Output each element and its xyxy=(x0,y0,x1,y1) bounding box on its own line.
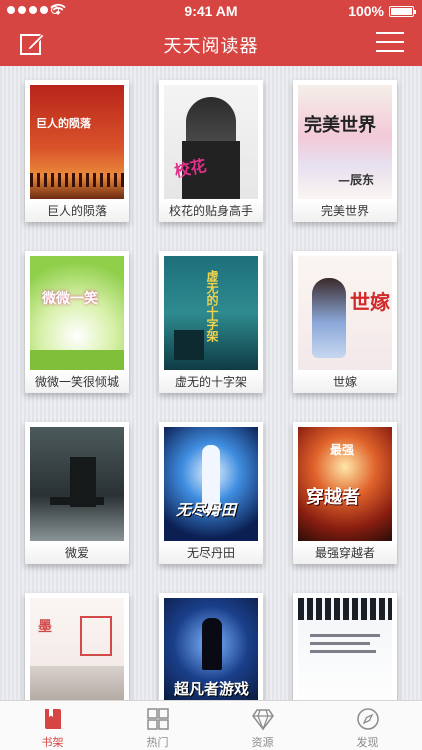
book-title: 无尽丹田 xyxy=(159,542,263,564)
nav-bar: 天天阅读器 xyxy=(0,22,422,66)
grid-icon xyxy=(147,708,169,730)
tab-label: 热门 xyxy=(146,737,169,749)
book-title: 校花的贴身高手 xyxy=(159,200,263,222)
book-cover: 世嫁 xyxy=(298,256,392,370)
tab-discover[interactable]: 发现 xyxy=(315,701,420,750)
book-card[interactable]: 虚无的十字架 虚无的十字架 xyxy=(159,251,263,393)
book-cover: 最强 穿越者 xyxy=(298,427,392,541)
tab-label: 资源 xyxy=(251,737,274,749)
tab-resources[interactable]: 资源 xyxy=(210,701,315,750)
tab-bar: 书架 热门 资源 发现 xyxy=(0,700,422,750)
menu-icon[interactable] xyxy=(376,32,404,56)
page-title: 天天阅读器 xyxy=(163,36,259,56)
compass-icon xyxy=(357,708,379,730)
book-cover: 巨人的陨落 xyxy=(30,85,124,199)
top-bar: 9:41 AM 100% 天天阅读器 xyxy=(0,0,422,66)
book-cover: 校花 xyxy=(164,85,258,199)
book-title: 世嫁 xyxy=(293,371,397,393)
book-card[interactable]: 校花 校花的贴身高手 xyxy=(159,80,263,222)
book-card[interactable]: 无尽丹田 无尽丹田 xyxy=(159,422,263,564)
book-title: 微微一笑很倾城 xyxy=(25,371,129,393)
book-card[interactable]: 微爱 xyxy=(25,422,129,564)
tab-label: 发现 xyxy=(356,737,379,749)
book-title: 虚无的十字架 xyxy=(159,371,263,393)
book-cover: 墨 xyxy=(30,598,124,700)
tab-bookshelf[interactable]: 书架 xyxy=(0,701,105,750)
book-card[interactable]: 超凡者游戏 xyxy=(159,593,263,700)
status-bar: 9:41 AM 100% xyxy=(0,0,422,22)
book-title: 最强穿越者 xyxy=(293,542,397,564)
battery-icon xyxy=(389,6,416,17)
book-card[interactable]: 微微一笑 微微一笑很倾城 xyxy=(25,251,129,393)
bookshelf: 巨人的陨落 巨人的陨落 校花 校花的贴身高手 完美世界 —辰东 完美世界 微微一… xyxy=(0,66,422,700)
book-card[interactable]: 完美世界 —辰东 完美世界 xyxy=(293,80,397,222)
book-cover xyxy=(30,427,124,541)
book-card[interactable]: 最强 穿越者 最强穿越者 xyxy=(293,422,397,564)
battery-percent: 100% xyxy=(348,3,384,19)
book-title: 完美世界 xyxy=(293,200,397,222)
book-card[interactable]: 世嫁 世嫁 xyxy=(293,251,397,393)
book-card[interactable] xyxy=(293,593,397,700)
book-icon xyxy=(45,709,61,729)
book-cover: 无尽丹田 xyxy=(164,427,258,541)
book-title: 巨人的陨落 xyxy=(25,200,129,222)
book-cover: 超凡者游戏 xyxy=(164,598,258,700)
book-card[interactable]: 墨 xyxy=(25,593,129,700)
book-card[interactable]: 巨人的陨落 巨人的陨落 xyxy=(25,80,129,222)
book-cover xyxy=(298,598,392,700)
diamond-icon xyxy=(252,709,274,731)
tab-label: 书架 xyxy=(41,737,64,749)
tab-hot[interactable]: 热门 xyxy=(105,701,210,750)
book-cover: 微微一笑 xyxy=(30,256,124,370)
book-title: 微爱 xyxy=(25,542,129,564)
book-cover: 完美世界 —辰东 xyxy=(298,85,392,199)
book-cover: 虚无的十字架 xyxy=(164,256,258,370)
